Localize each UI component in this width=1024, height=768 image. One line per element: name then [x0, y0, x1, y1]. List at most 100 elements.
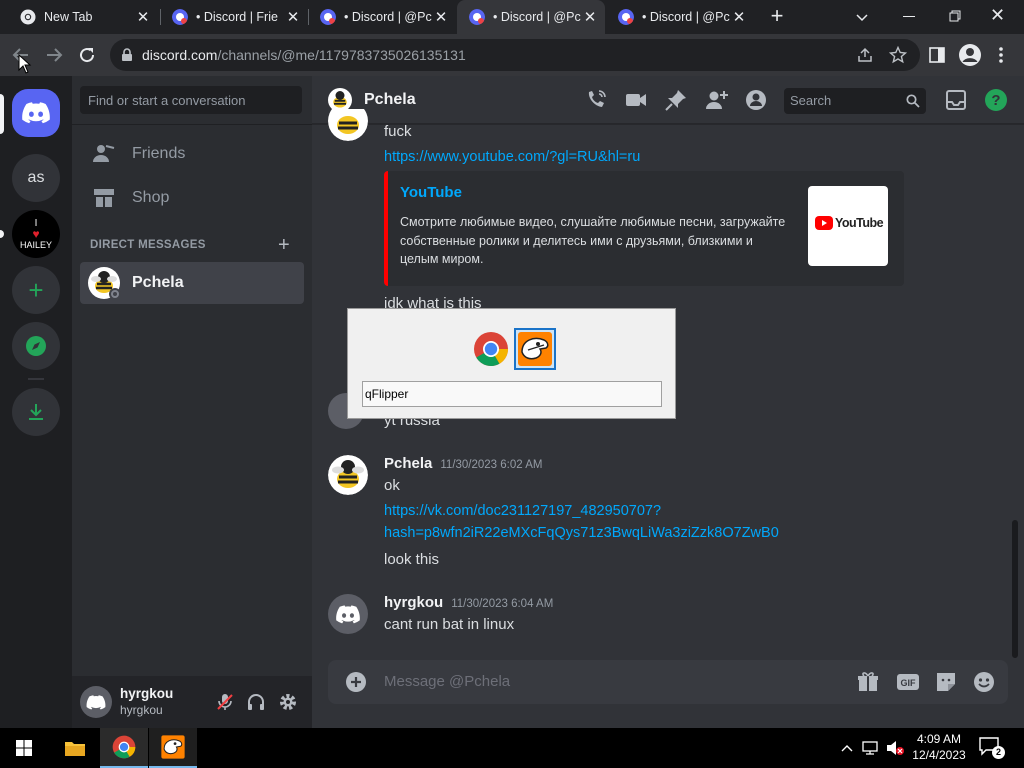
close-tab-icon[interactable]: ✕	[730, 8, 748, 26]
chrome-icon	[112, 735, 136, 759]
browser-tab-new-tab[interactable]: New Tab ✕	[8, 0, 158, 34]
shop-nav-item[interactable]: Shop	[80, 177, 304, 219]
user-profile-icon[interactable]	[744, 88, 768, 112]
close-tab-icon[interactable]: ✕	[134, 8, 152, 26]
add-server-button[interactable]: +	[12, 266, 60, 314]
server-as[interactable]: as	[12, 154, 60, 202]
close-tab-icon[interactable]: ✕	[284, 8, 302, 26]
forward-arrow-icon[interactable]	[45, 46, 63, 64]
dm-name: Pchela	[132, 274, 184, 291]
chat-title: Pchela	[364, 91, 416, 108]
folder-icon	[65, 742, 85, 756]
browser-tab-discord-pchela[interactable]: • Discord | @Pc ✕	[308, 0, 456, 34]
user-settings-gear-icon[interactable]	[278, 692, 298, 712]
chat-scrollbar[interactable]	[1012, 520, 1018, 658]
server-i-love-hailey[interactable]: I ♥ HAILEY	[12, 210, 60, 258]
close-window-button[interactable]: ✕	[990, 5, 1005, 26]
hailey-text: HAILEY	[19, 239, 52, 250]
dm-item-pchela[interactable]: Pchela	[80, 262, 304, 304]
browser-tab-strip: New Tab ✕ • Discord | Frie ✕ • Discord |…	[0, 0, 1024, 34]
chat-header: Pchela Search ?	[312, 76, 1024, 124]
youtube-thumbnail[interactable]: YouTube	[808, 186, 888, 266]
youtube-wordmark: YouTube	[835, 216, 884, 230]
qflipper-icon[interactable]	[514, 328, 556, 370]
youtube-play-icon	[815, 216, 833, 230]
gift-icon[interactable]	[856, 670, 880, 694]
upload-plus-icon[interactable]	[344, 670, 368, 694]
message-link[interactable]: https://www.youtube.com/?gl=RU&hl=ru	[384, 149, 640, 165]
reload-icon[interactable]	[78, 46, 96, 64]
chrome-icon[interactable]	[473, 331, 509, 367]
chrome-menu-icon[interactable]	[998, 46, 1004, 64]
address-bar[interactable]: discord.com/channels/@me/117978373502613…	[110, 39, 920, 71]
lock-icon[interactable]	[120, 48, 134, 62]
message-input[interactable]: Message @Pchela	[384, 673, 510, 690]
mouse-cursor-icon	[18, 54, 32, 74]
message-author[interactable]: hyrgkou 11/30/2023 6:04 AM	[384, 594, 553, 611]
user-panel: hyrgkou hyrgkou	[72, 676, 312, 728]
sticker-icon[interactable]	[934, 670, 958, 694]
download-apps-button[interactable]	[12, 388, 60, 436]
close-tab-icon[interactable]: ✕	[581, 8, 599, 26]
message-text: look this	[384, 551, 440, 568]
video-call-icon[interactable]	[624, 88, 648, 112]
help-icon[interactable]: ?	[984, 88, 1008, 112]
show-hidden-icons-chevron-icon[interactable]	[840, 741, 854, 755]
notifications-button[interactable]: 2	[978, 736, 1008, 762]
qflipper-taskbar-button[interactable]	[149, 728, 197, 768]
explore-servers-button[interactable]	[12, 322, 60, 370]
discord-favicon-icon	[618, 9, 634, 25]
browser-tab-discord-pchela[interactable]: • Discord | @Pc ✕	[606, 0, 754, 34]
side-panel-icon[interactable]	[929, 47, 945, 63]
volume-muted-icon[interactable]	[885, 739, 905, 757]
message-timestamp: 11/30/2023 6:02 AM	[440, 459, 543, 471]
chrome-taskbar-button[interactable]	[100, 728, 148, 768]
browser-tab-discord-pchela-active[interactable]: • Discord | @Pc ✕	[457, 0, 605, 34]
pinned-messages-icon[interactable]	[664, 88, 688, 112]
message-composer: Message @Pchela GIF	[328, 660, 1008, 704]
discord-logo-icon	[336, 604, 360, 623]
emoji-icon[interactable]	[972, 670, 996, 694]
close-tab-icon[interactable]: ✕	[432, 8, 450, 26]
username: hyrgkou	[120, 686, 174, 701]
add-friends-to-dm-icon[interactable]	[704, 88, 728, 112]
headphones-icon[interactable]	[246, 692, 266, 712]
author-name[interactable]: hyrgkou	[384, 594, 443, 611]
profile-avatar-icon[interactable]	[959, 44, 981, 66]
browser-tab-discord-friends[interactable]: • Discord | Frie ✕	[160, 0, 308, 34]
create-dm-plus-icon[interactable]: +	[278, 234, 290, 257]
user-avatar[interactable]	[80, 686, 112, 718]
mute-microphone-icon[interactable]	[215, 692, 235, 712]
pchela-message-avatar[interactable]	[328, 109, 368, 141]
direct-messages-home-button[interactable]	[12, 89, 60, 137]
tab-title: New Tab	[44, 10, 93, 24]
tab-search-chevron-icon[interactable]	[855, 10, 869, 24]
find-conversation-search[interactable]: Find or start a conversation	[80, 86, 302, 114]
header-search-input[interactable]: Search	[784, 88, 926, 114]
pchela-message-avatar[interactable]	[328, 455, 368, 495]
selected-pill	[0, 94, 4, 134]
message-link[interactable]: hash=p8wfn2iR22eMXcFqQys71z3BwqLiWa3ziZz…	[384, 525, 779, 541]
share-icon[interactable]	[857, 47, 873, 63]
voice-call-icon[interactable]	[584, 88, 608, 112]
heart-icon: ♥	[32, 226, 40, 241]
gif-icon[interactable]: GIF	[896, 670, 920, 694]
network-icon[interactable]	[862, 740, 880, 756]
search-placeholder: Search	[790, 93, 832, 108]
system-clock[interactable]: 4:09 AM 12/4/2023	[908, 731, 970, 763]
new-tab-button[interactable]: +	[765, 5, 789, 28]
inbox-icon[interactable]	[944, 88, 968, 112]
embed-title-link[interactable]: YouTube	[400, 184, 462, 201]
author-name[interactable]: Pchela	[384, 455, 432, 472]
minimize-window-button[interactable]	[903, 16, 915, 17]
shop-label: Shop	[132, 189, 170, 206]
file-explorer-taskbar-button[interactable]	[51, 728, 99, 768]
restore-window-button[interactable]	[949, 10, 961, 22]
start-button[interactable]	[0, 728, 48, 768]
message-link[interactable]: https://vk.com/doc231127197_482950707?	[384, 503, 661, 519]
hyrgkou-message-avatar[interactable]	[328, 594, 368, 634]
clock-date: 12/4/2023	[912, 748, 966, 762]
message-author[interactable]: Pchela 11/30/2023 6:02 AM	[384, 455, 542, 472]
friends-nav-item[interactable]: Friends	[80, 133, 304, 175]
bookmark-star-icon[interactable]	[889, 46, 907, 64]
